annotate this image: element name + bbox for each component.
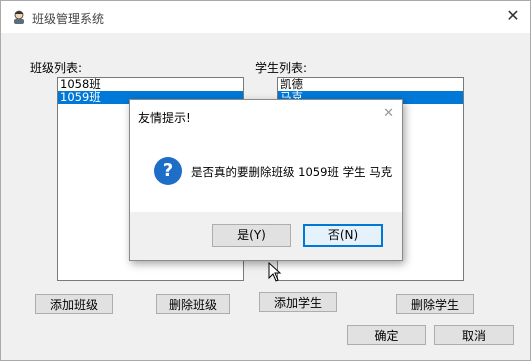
ok-button[interactable]: 确定: [347, 325, 426, 345]
delete-class-button[interactable]: 删除班级: [156, 294, 230, 314]
question-icon: ?: [154, 157, 182, 185]
window-title: 班级管理系统: [32, 12, 105, 26]
add-class-button[interactable]: 添加班级: [35, 294, 113, 314]
no-button[interactable]: 否(N): [303, 224, 383, 247]
delete-student-button[interactable]: 删除学生: [396, 294, 474, 314]
dialog-close-icon[interactable]: ✕: [383, 106, 394, 121]
window-close-icon[interactable]: ✕: [502, 5, 524, 27]
class-list-label: 班级列表:: [30, 61, 83, 75]
cancel-button[interactable]: 取消: [434, 325, 514, 345]
student-list-item[interactable]: 凯德: [278, 78, 463, 91]
dialog-title: 友情提示!: [138, 111, 191, 125]
mouse-cursor-icon: [268, 262, 282, 282]
confirm-dialog: 友情提示! ✕ ? 是否真的要删除班级 1059班 学生 马克 是(Y) 否(N…: [129, 99, 403, 261]
student-list-label: 学生列表:: [255, 61, 308, 75]
dialog-footer: 是(Y) 否(N): [130, 212, 402, 260]
title-bar[interactable]: 班级管理系统 ✕: [1, 1, 530, 33]
dialog-message: 是否真的要删除班级 1059班 学生 马克: [191, 165, 393, 179]
add-student-button[interactable]: 添加学生: [259, 292, 337, 312]
yes-button[interactable]: 是(Y): [212, 224, 291, 247]
app-avatar-icon: [14, 10, 24, 24]
